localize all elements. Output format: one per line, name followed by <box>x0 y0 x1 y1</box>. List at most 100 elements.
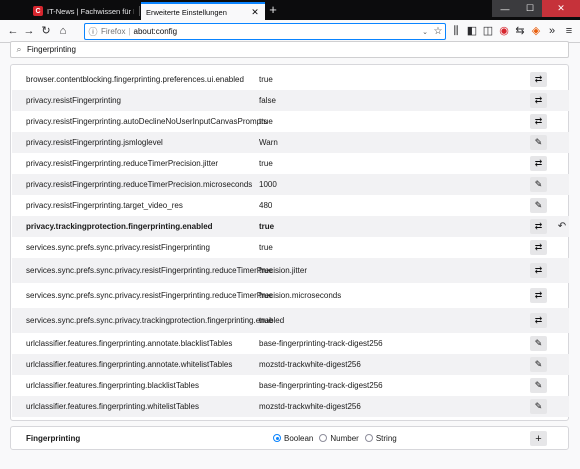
tab-it-news[interactable]: C IT-News | Fachwissen für IT-Ex <box>28 2 139 20</box>
preferences-table: browser.contentblocking.fingerprinting.p… <box>10 64 569 421</box>
edit-icon[interactable]: ✎ <box>530 399 547 414</box>
extension-red-icon[interactable]: ◉ <box>497 24 511 38</box>
radio-number[interactable]: Number <box>319 433 359 443</box>
tab-about-config[interactable]: Erweiterte Einstellungen ✕ <box>141 2 265 20</box>
pref-name: privacy.resistFingerprinting.reduceTimer… <box>26 179 253 189</box>
toggle-icon[interactable]: ⇄ <box>530 313 547 328</box>
pref-row: privacy.resistFingerprinting.reduceTimer… <box>12 174 569 195</box>
bookmark-star-icon[interactable]: ☆ <box>431 26 445 37</box>
pref-row: services.sync.prefs.sync.privacy.resistF… <box>12 283 569 308</box>
pref-name: urlclassifier.features.fingerprinting.bl… <box>26 380 199 390</box>
pref-value: base-fingerprinting-track-digest256 <box>259 339 383 348</box>
radio-string[interactable]: String <box>364 433 397 443</box>
pref-row: privacy.resistFingerprinting.target_vide… <box>12 195 569 216</box>
pref-value: mozstd-trackwhite-digest256 <box>259 360 361 369</box>
search-icon: ⌕ <box>16 44 22 54</box>
add-pref-row: Fingerprinting Boolean Number String + <box>10 426 569 450</box>
menu-icon[interactable]: ≡ <box>562 24 576 38</box>
pref-value: 480 <box>259 201 273 210</box>
pref-name: privacy.resistFingerprinting <box>26 95 121 105</box>
radio-dot[interactable] <box>364 434 373 442</box>
favicon-icon: C <box>33 6 43 16</box>
minimize-button[interactable]: — <box>492 0 518 17</box>
pref-name: services.sync.prefs.sync.privacy.trackin… <box>26 315 285 325</box>
pref-value: true <box>259 243 273 252</box>
sidebar-icon[interactable]: ◧ <box>465 24 479 38</box>
pref-search[interactable]: ⌕ <box>10 41 569 58</box>
pref-value: 1000 <box>259 180 277 189</box>
edit-icon[interactable]: ✎ <box>530 378 547 393</box>
pref-name: privacy.resistFingerprinting.target_vide… <box>26 200 183 210</box>
tab-title: IT-News | Fachwissen für IT-Ex <box>47 6 134 16</box>
toggle-icon[interactable]: ⇄ <box>530 114 547 129</box>
extension-shield-icon[interactable]: ◈ <box>529 24 543 38</box>
url-brand: Firefox <box>101 27 126 36</box>
url-bar[interactable]: ⓘ Firefox | about:config ⌄ ☆ <box>84 23 446 40</box>
window-close-button[interactable]: ✕ <box>542 0 580 17</box>
pref-name: services.sync.prefs.sync.privacy.resistF… <box>26 265 307 275</box>
library-icon[interactable]: ⫼ <box>449 24 463 38</box>
edit-icon[interactable]: ✎ <box>530 336 547 351</box>
url-separator: | <box>128 27 131 36</box>
back-icon[interactable]: ← <box>6 24 20 38</box>
radio-dot[interactable] <box>273 434 281 442</box>
radio-boolean[interactable]: Boolean <box>273 434 313 443</box>
pref-row: browser.contentblocking.fingerprinting.p… <box>12 69 569 90</box>
reload-icon[interactable]: ↻ <box>39 24 53 38</box>
pref-value: true <box>259 316 273 325</box>
pref-value: true <box>259 222 275 231</box>
add-pref-button[interactable]: + <box>530 431 547 446</box>
tab-strip: C IT-News | Fachwissen für IT-Ex Erweite… <box>0 0 580 20</box>
pref-name: services.sync.prefs.sync.privacy.resistF… <box>26 290 342 300</box>
new-pref-name: Fingerprinting <box>26 433 81 443</box>
toggle-icon[interactable]: ⇄ <box>530 263 547 278</box>
toggle-icon[interactable]: ⇄ <box>530 288 547 303</box>
pref-name: privacy.trackingprotection.fingerprintin… <box>26 221 213 231</box>
forward-icon[interactable]: → <box>22 24 36 38</box>
edit-icon[interactable]: ✎ <box>530 177 547 192</box>
pref-name: privacy.resistFingerprinting.autoDecline… <box>26 116 268 126</box>
pref-value: true <box>259 266 273 275</box>
tab-separator <box>139 6 140 16</box>
pref-name: privacy.resistFingerprinting.jsmloglevel <box>26 137 163 147</box>
pref-row: urlclassifier.features.fingerprinting.an… <box>12 333 569 354</box>
pref-value: true <box>259 117 273 126</box>
identity-icon[interactable]: ⓘ <box>85 25 101 38</box>
pref-row: urlclassifier.features.fingerprinting.bl… <box>12 375 569 396</box>
radio-label: Boolean <box>284 433 314 443</box>
edit-icon[interactable]: ✎ <box>530 198 547 213</box>
reset-icon[interactable]: ↶ <box>556 219 568 233</box>
pref-row: urlclassifier.features.fingerprinting.an… <box>12 354 569 375</box>
pref-value: mozstd-trackwhite-digest256 <box>259 402 361 411</box>
toggle-icon[interactable]: ⇄ <box>530 72 547 87</box>
chevron-down-icon[interactable]: ⌄ <box>419 28 431 36</box>
pref-name: urlclassifier.features.fingerprinting.wh… <box>26 401 199 411</box>
new-tab-button[interactable]: + <box>266 3 280 17</box>
edit-icon[interactable]: ✎ <box>530 135 547 150</box>
pref-value: true <box>259 75 273 84</box>
overflow-icon[interactable]: » <box>545 24 559 38</box>
pref-name: urlclassifier.features.fingerprinting.an… <box>26 359 233 369</box>
pref-value: base-fingerprinting-track-digest256 <box>259 381 383 390</box>
toggle-icon[interactable]: ⇄ <box>530 156 547 171</box>
tab-title: Erweiterte Einstellungen <box>146 7 227 17</box>
close-tab-icon[interactable]: ✕ <box>250 7 260 18</box>
reader-view-icon[interactable]: ◫ <box>481 24 495 38</box>
radio-label: String <box>375 433 397 443</box>
sync-icon[interactable]: ⇆ <box>513 24 527 38</box>
pref-name: urlclassifier.features.fingerprinting.an… <box>26 338 233 348</box>
pref-row: services.sync.prefs.sync.privacy.trackin… <box>12 308 569 333</box>
home-icon[interactable]: ⌂ <box>56 24 70 38</box>
pref-value: Warn <box>259 138 278 147</box>
maximize-button[interactable]: ☐ <box>518 0 542 17</box>
edit-icon[interactable]: ✎ <box>530 357 547 372</box>
url-text[interactable]: about:config <box>134 27 419 36</box>
radio-dot[interactable] <box>319 434 328 442</box>
search-input[interactable] <box>27 45 568 54</box>
toggle-icon[interactable]: ⇄ <box>530 240 547 255</box>
toggle-icon[interactable]: ⇄ <box>530 219 547 234</box>
radio-label: Number <box>330 433 359 443</box>
toggle-icon[interactable]: ⇄ <box>530 93 547 108</box>
pref-row: services.sync.prefs.sync.privacy.resistF… <box>12 237 569 258</box>
pref-row: privacy.resistFingerprinting false ⇄ <box>12 90 569 111</box>
